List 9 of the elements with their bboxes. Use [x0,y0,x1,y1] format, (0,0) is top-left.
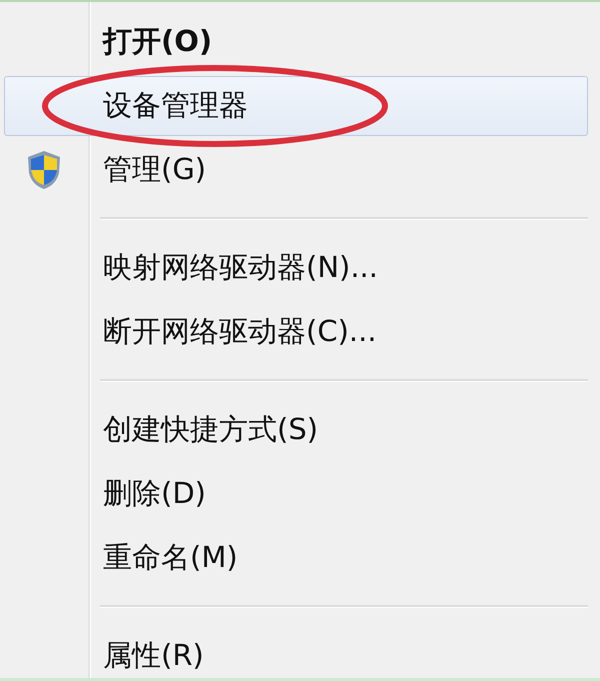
menu-item[interactable]: 重命名(M) [4,528,588,588]
menu-item[interactable]: 设备管理器 [4,76,588,136]
menu-item[interactable]: 断开网络驱动器(C)... [4,302,588,362]
menu-item[interactable]: 创建快捷方式(S) [4,400,588,460]
menu-item[interactable]: 属性(R) [4,626,588,678]
menu-item[interactable]: 删除(D) [4,464,588,524]
menu-item[interactable]: 映射网络驱动器(N)... [4,238,588,298]
menu-item[interactable]: 管理(G) [4,140,588,200]
menu-item[interactable]: 打开(O) [4,12,588,72]
